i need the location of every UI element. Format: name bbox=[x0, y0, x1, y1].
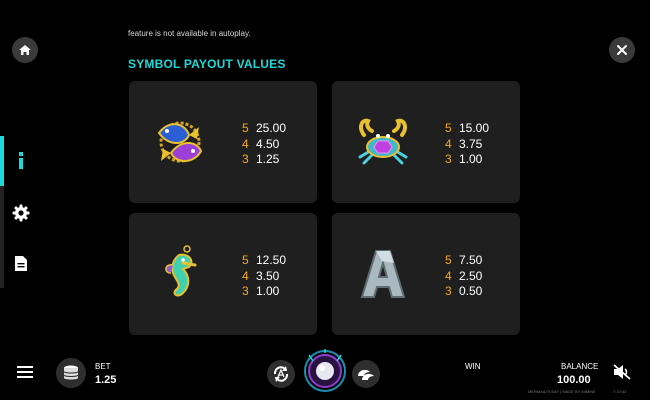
intro-text: feature is not available in autoplay. bbox=[128, 29, 251, 38]
tab-settings[interactable] bbox=[10, 202, 32, 224]
menu-icon bbox=[17, 366, 33, 378]
info-icon bbox=[19, 152, 23, 169]
gear-icon bbox=[12, 204, 30, 222]
crab-symbol bbox=[358, 118, 408, 165]
clock-text: 7:10:42 bbox=[613, 389, 627, 394]
coin-stack-icon bbox=[63, 365, 79, 380]
symbol-card-fish: 5 25.00 4 4.50 3 1.25 bbox=[129, 81, 317, 203]
spin-button[interactable] bbox=[303, 349, 347, 393]
pay-value: 12.50 bbox=[256, 253, 287, 267]
pay-value: 3.50 bbox=[256, 268, 280, 283]
pay-value: 15.00 bbox=[459, 121, 490, 135]
tab-rules[interactable] bbox=[10, 252, 32, 274]
twin-fish-symbol bbox=[157, 121, 203, 163]
pay-value: 1.25 bbox=[256, 152, 280, 166]
pay-value: 3.75 bbox=[459, 136, 483, 151]
pearl-spin-icon bbox=[304, 349, 346, 392]
pay-count: 3 bbox=[445, 284, 452, 298]
bet-value: 1.25 bbox=[95, 374, 117, 386]
win-label: WIN bbox=[465, 362, 481, 371]
pay-count: 5 bbox=[445, 121, 452, 135]
pay-count: 3 bbox=[445, 152, 452, 166]
turbo-button[interactable] bbox=[352, 360, 380, 388]
symbol-card-a: 5 7.50 4 2.50 3 0.50 bbox=[332, 213, 520, 335]
pay-count: 3 bbox=[242, 284, 249, 298]
home-button[interactable] bbox=[12, 37, 38, 63]
pay-value: 4.50 bbox=[256, 136, 280, 151]
seahorse-symbol bbox=[165, 245, 197, 297]
document-icon bbox=[15, 255, 27, 271]
menu-button[interactable] bbox=[17, 365, 33, 384]
autoplay-icon bbox=[273, 366, 289, 382]
bet-button[interactable] bbox=[56, 358, 86, 388]
pay-count: 5 bbox=[445, 253, 452, 267]
home-icon bbox=[19, 45, 31, 55]
sound-button[interactable] bbox=[613, 364, 631, 385]
pay-count: 5 bbox=[242, 253, 249, 267]
pay-count: 5 bbox=[242, 121, 249, 135]
pay-count: 4 bbox=[445, 136, 452, 151]
pay-value: 25.00 bbox=[256, 121, 287, 135]
letter-a-symbol bbox=[360, 250, 406, 298]
pay-value: 7.50 bbox=[459, 253, 483, 267]
bet-label: BET bbox=[95, 362, 111, 371]
side-tab-active-indicator bbox=[0, 136, 4, 186]
pay-count: 4 bbox=[242, 136, 249, 151]
section-title: SYMBOL PAYOUT VALUES bbox=[128, 57, 286, 71]
sound-muted-icon bbox=[613, 364, 631, 380]
pay-value: 0.50 bbox=[459, 284, 483, 298]
close-icon bbox=[617, 45, 627, 55]
symbol-card-crab: 5 15.00 4 3.75 3 1.00 bbox=[332, 81, 520, 203]
symbol-card-seahorse: 5 12.50 4 3.50 3 1.00 bbox=[129, 213, 317, 335]
pay-value: 1.00 bbox=[256, 284, 280, 298]
close-button[interactable] bbox=[609, 37, 635, 63]
balance-value: 100.00 bbox=[557, 374, 591, 386]
tab-info[interactable] bbox=[10, 150, 32, 172]
balance-label: BALANCE bbox=[561, 362, 599, 371]
turbo-icon bbox=[358, 369, 374, 380]
pay-count: 3 bbox=[242, 152, 249, 166]
pay-count: 4 bbox=[445, 268, 452, 283]
game-footer-text: MERMAID'S BAY | MADE BY MIMINE bbox=[528, 389, 596, 394]
pay-value: 2.50 bbox=[459, 268, 483, 283]
pay-count: 4 bbox=[242, 268, 249, 283]
autoplay-button[interactable] bbox=[267, 360, 295, 388]
pay-value: 1.00 bbox=[459, 152, 483, 166]
